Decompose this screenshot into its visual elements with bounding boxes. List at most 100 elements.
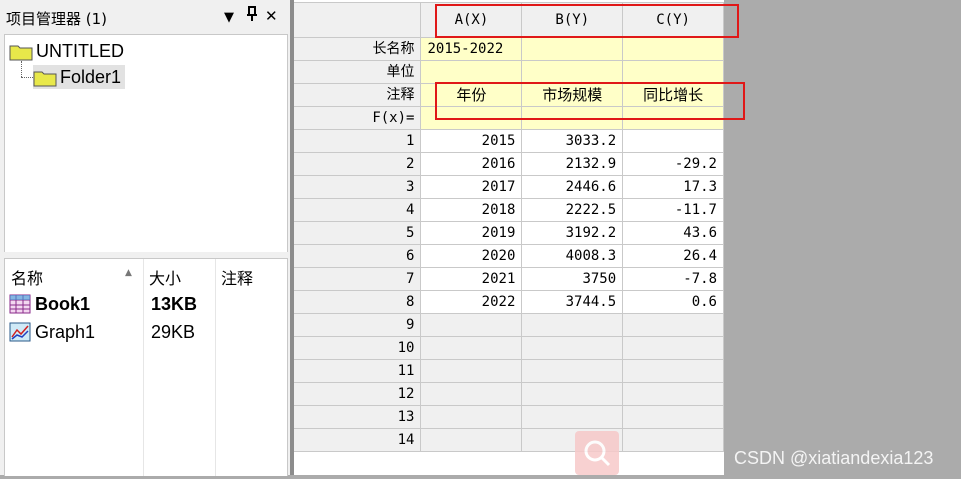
table-row: 2 2016 2132.9 -29.2 [292,152,724,176]
cell-b[interactable]: 3750 [521,267,624,291]
label-longname: 长名称 [292,37,422,61]
cell-a[interactable]: 2018 [420,198,523,222]
cell-a[interactable] [420,405,523,429]
cell-a[interactable] [420,313,523,337]
close-icon[interactable]: ✕ [265,6,278,26]
label-comments: 注释 [292,83,422,107]
cell-c[interactable]: 43.6 [622,221,724,245]
column-header-b[interactable]: B(Y) [521,2,624,38]
cell-c[interactable] [622,405,724,429]
cell-a[interactable]: 2021 [420,267,523,291]
comment-a[interactable]: 年份 [420,83,523,107]
column-header-comment[interactable]: 注释 [221,265,253,289]
dropdown-icon[interactable]: ▼ [224,8,234,28]
column-header-c[interactable]: C(Y) [622,2,724,38]
table-row: 8 2022 3744.5 0.6 [292,290,724,314]
table-row: 11 [292,359,724,383]
cell-b[interactable]: 4008.3 [521,244,624,268]
row-header[interactable]: 12 [292,382,422,406]
row-header[interactable]: 10 [292,336,422,360]
cell-a[interactable] [420,359,523,383]
cell-b[interactable] [521,382,624,406]
table-row: 3 2017 2446.6 17.3 [292,175,724,199]
file-row-book1[interactable]: Book1 13KB [5,291,287,317]
cell-b[interactable]: 2446.6 [521,175,624,199]
table-row: 12 [292,382,724,406]
cell-a[interactable]: 2019 [420,221,523,245]
cell-b[interactable] [521,405,624,429]
cell-a[interactable] [420,428,523,452]
cell-c[interactable] [622,129,724,153]
column-header-size[interactable]: 大小 [149,265,181,289]
column-header-a[interactable]: A(X) [420,2,523,38]
row-header[interactable]: 7 [292,267,422,291]
longname-b[interactable] [521,37,624,61]
cell-b[interactable]: 2132.9 [521,152,624,176]
cell-c[interactable]: 17.3 [622,175,724,199]
cell-c[interactable]: 26.4 [622,244,724,268]
cell-b[interactable]: 3744.5 [521,290,624,314]
file-size: 13KB [151,294,198,314]
cell-c[interactable]: 0.6 [622,290,724,314]
watermark-text: CSDN @xiatiandexia123 [734,448,934,468]
cell-c[interactable]: -11.7 [622,198,724,222]
file-row-graph1[interactable]: Graph1 29KB [5,319,287,345]
tree-item-folder1[interactable]: Folder1 [33,65,126,89]
units-b[interactable] [521,60,624,84]
row-header[interactable]: 11 [292,359,422,383]
row-header[interactable]: 14 [292,428,422,452]
comment-c[interactable]: 同比增长 [622,83,724,107]
cell-a[interactable]: 2015 [420,129,523,153]
file-name: Book1 [35,294,91,314]
table-row: 6 2020 4008.3 26.4 [292,244,724,268]
grid-corner[interactable] [292,2,422,38]
column-header-name[interactable]: 名称 [11,265,43,289]
cell-b[interactable]: 2222.5 [521,198,624,222]
row-header[interactable]: 5 [292,221,422,245]
row-header[interactable]: 3 [292,175,422,199]
workbook-icon [9,294,31,314]
row-header[interactable]: 8 [292,290,422,314]
pin-icon[interactable] [246,6,258,27]
row-header[interactable]: 13 [292,405,422,429]
cell-b[interactable]: 3033.2 [521,129,624,153]
cell-a[interactable]: 2017 [420,175,523,199]
row-header[interactable]: 4 [292,198,422,222]
row-header[interactable]: 2 [292,152,422,176]
cell-a[interactable]: 2020 [420,244,523,268]
tree-item-untitled[interactable]: UNTITLED [9,39,124,63]
fx-b[interactable] [521,106,624,130]
cell-b[interactable] [521,359,624,383]
cell-a[interactable] [420,382,523,406]
cell-b[interactable]: 3192.2 [521,221,624,245]
cell-c[interactable] [622,382,724,406]
search-watermark-icon [575,431,619,475]
cell-c[interactable] [622,359,724,383]
row-header[interactable]: 1 [292,129,422,153]
cell-c[interactable] [622,428,724,452]
comment-b[interactable]: 市场规模 [521,83,624,107]
fx-a[interactable] [420,106,523,130]
fx-c[interactable] [622,106,724,130]
row-header[interactable]: 9 [292,313,422,337]
row-header[interactable]: 6 [292,244,422,268]
table-row: 9 [292,313,724,337]
units-a[interactable] [420,60,523,84]
cell-a[interactable]: 2016 [420,152,523,176]
table-row: 5 2019 3192.2 43.6 [292,221,724,245]
longname-a[interactable]: 2015-2022 [420,37,523,61]
units-c[interactable] [622,60,724,84]
cell-a[interactable] [420,336,523,360]
cell-a[interactable]: 2022 [420,290,523,314]
longname-c[interactable] [622,37,724,61]
cell-c[interactable] [622,313,724,337]
cell-c[interactable] [622,336,724,360]
project-manager-title: 项目管理器 (1) [6,10,108,28]
folder-tree: UNTITLED Folder1 [4,34,288,254]
table-row: 7 2021 3750 -7.8 [292,267,724,291]
table-row: 14 [292,428,724,452]
cell-b[interactable] [521,336,624,360]
cell-c[interactable]: -29.2 [622,152,724,176]
cell-b[interactable] [521,313,624,337]
cell-c[interactable]: -7.8 [622,267,724,291]
